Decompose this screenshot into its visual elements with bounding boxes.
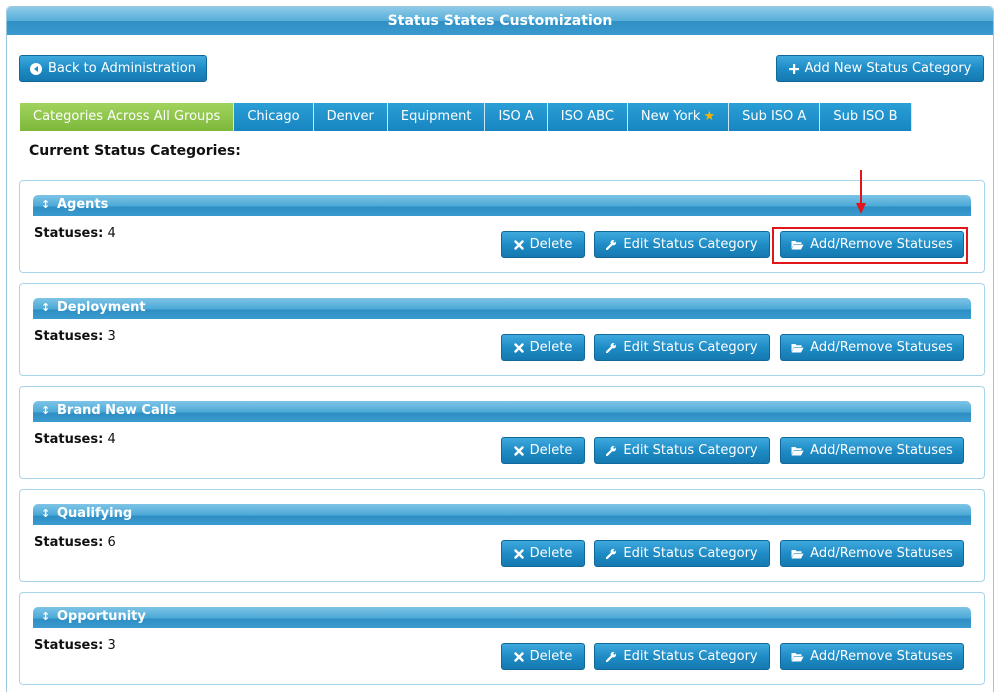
category-panel-qualifying: ↕ Qualifying Statuses: 6 Delete Edit Stat… bbox=[19, 489, 985, 582]
add-remove-statuses-label: Add/Remove Statuses bbox=[810, 443, 953, 458]
edit-status-category-button[interactable]: Edit Status Category bbox=[594, 643, 770, 670]
vertical-resize-icon[interactable]: ↕ bbox=[41, 401, 51, 421]
category-panel-opportunity: ↕ Opportunity Statuses: 3 Delete Edit Sta… bbox=[19, 592, 985, 685]
x-icon bbox=[513, 239, 524, 250]
edit-status-category-label: Edit Status Category bbox=[623, 546, 758, 561]
category-panel-deployment: ↕ Deployment Statuses: 3 Delete Edit Stat… bbox=[19, 283, 985, 376]
category-header[interactable]: ↕ Deployment bbox=[33, 298, 971, 319]
category-header[interactable]: ↕ Opportunity bbox=[33, 607, 971, 628]
wrench-icon bbox=[606, 651, 617, 662]
edit-status-category-label: Edit Status Category bbox=[623, 340, 758, 355]
folder-open-icon bbox=[791, 549, 804, 559]
edit-status-category-button[interactable]: Edit Status Category bbox=[594, 334, 770, 361]
tab-sub-iso-b[interactable]: Sub ISO B bbox=[820, 103, 912, 131]
category-name: Brand New Calls bbox=[57, 403, 177, 418]
add-remove-statuses-button[interactable]: Add/Remove Statuses bbox=[780, 231, 964, 258]
arrow-left-circle-icon bbox=[29, 62, 42, 75]
wrench-icon bbox=[606, 445, 617, 456]
category-name: Opportunity bbox=[57, 609, 146, 624]
category-header[interactable]: ↕ Qualifying bbox=[33, 504, 971, 525]
folder-open-icon bbox=[791, 240, 804, 250]
folder-open-icon bbox=[791, 652, 804, 662]
delete-button[interactable]: Delete bbox=[501, 334, 585, 361]
tab-chicago[interactable]: Chicago bbox=[234, 103, 314, 131]
category-name: Qualifying bbox=[57, 506, 133, 521]
vertical-resize-icon[interactable]: ↕ bbox=[41, 195, 51, 215]
edit-status-category-label: Edit Status Category bbox=[623, 237, 758, 252]
category-header[interactable]: ↕ Brand New Calls bbox=[33, 401, 971, 422]
tab-iso-abc[interactable]: ISO ABC bbox=[547, 103, 628, 131]
delete-button[interactable]: Delete bbox=[501, 540, 585, 567]
vertical-resize-icon[interactable]: ↕ bbox=[41, 607, 51, 627]
add-new-status-category-button[interactable]: Add New Status Category bbox=[776, 55, 984, 82]
delete-label: Delete bbox=[529, 340, 573, 355]
edit-status-category-button[interactable]: Edit Status Category bbox=[594, 231, 770, 258]
annotation-arrow-icon bbox=[856, 170, 866, 214]
vertical-resize-icon[interactable]: ↕ bbox=[41, 504, 51, 524]
star-icon: ★ bbox=[703, 109, 716, 124]
wrench-icon bbox=[606, 548, 617, 559]
add-remove-statuses-label: Add/Remove Statuses bbox=[810, 237, 953, 252]
category-header[interactable]: ↕ Agents bbox=[33, 195, 971, 216]
window-title: Status States Customization bbox=[7, 7, 993, 35]
tab-equipment[interactable]: Equipment bbox=[387, 103, 486, 131]
statuses-count: Statuses: 3 bbox=[34, 638, 116, 653]
back-to-administration-button[interactable]: Back to Administration bbox=[19, 55, 207, 82]
edit-status-category-label: Edit Status Category bbox=[623, 649, 758, 664]
add-remove-statuses-label: Add/Remove Statuses bbox=[810, 340, 953, 355]
delete-label: Delete bbox=[529, 237, 573, 252]
folder-open-icon bbox=[791, 446, 804, 456]
tab-iso-a[interactable]: ISO A bbox=[485, 103, 548, 131]
x-icon bbox=[513, 445, 524, 456]
delete-button[interactable]: Delete bbox=[501, 643, 585, 670]
statuses-count: Statuses: 4 bbox=[34, 226, 116, 241]
add-remove-statuses-button[interactable]: Add/Remove Statuses bbox=[780, 334, 964, 361]
folder-open-icon bbox=[791, 343, 804, 353]
group-tabs: Categories Across All Groups Chicago Den… bbox=[20, 103, 912, 131]
add-remove-statuses-label: Add/Remove Statuses bbox=[810, 546, 953, 561]
add-remove-statuses-label: Add/Remove Statuses bbox=[810, 649, 953, 664]
x-icon bbox=[513, 342, 524, 353]
plus-icon bbox=[788, 63, 799, 74]
delete-label: Delete bbox=[529, 443, 573, 458]
tab-categories-across-all-groups[interactable]: Categories Across All Groups bbox=[20, 103, 235, 131]
status-states-window: Status States Customization Back to Admi… bbox=[6, 6, 994, 692]
category-panel-brand-new-calls: ↕ Brand New Calls Statuses: 4 Delete Edit… bbox=[19, 386, 985, 479]
delete-label: Delete bbox=[529, 546, 573, 561]
category-name: Deployment bbox=[57, 300, 146, 315]
statuses-count: Statuses: 3 bbox=[34, 329, 116, 344]
delete-button[interactable]: Delete bbox=[501, 231, 585, 258]
wrench-icon bbox=[606, 342, 617, 353]
x-icon bbox=[513, 548, 524, 559]
add-remove-statuses-button[interactable]: Add/Remove Statuses bbox=[780, 540, 964, 567]
statuses-count: Statuses: 6 bbox=[34, 535, 116, 550]
add-remove-statuses-button[interactable]: Add/Remove Statuses bbox=[780, 437, 964, 464]
edit-status-category-button[interactable]: Edit Status Category bbox=[594, 437, 770, 464]
wrench-icon bbox=[606, 239, 617, 250]
tab-new-york-label: New York bbox=[640, 109, 701, 124]
delete-label: Delete bbox=[529, 649, 573, 664]
delete-button[interactable]: Delete bbox=[501, 437, 585, 464]
add-new-status-category-label: Add New Status Category bbox=[804, 61, 972, 76]
tab-denver[interactable]: Denver bbox=[313, 103, 388, 131]
vertical-resize-icon[interactable]: ↕ bbox=[41, 298, 51, 318]
current-status-categories-heading: Current Status Categories: bbox=[29, 143, 241, 159]
edit-status-category-label: Edit Status Category bbox=[623, 443, 758, 458]
x-icon bbox=[513, 651, 524, 662]
add-remove-statuses-button[interactable]: Add/Remove Statuses bbox=[780, 643, 964, 670]
category-panel-agents: ↕ Agents Statuses: 4 Delete Edit Status C… bbox=[19, 180, 985, 273]
edit-status-category-button[interactable]: Edit Status Category bbox=[594, 540, 770, 567]
category-name: Agents bbox=[57, 197, 109, 212]
tab-new-york[interactable]: New York ★ bbox=[627, 103, 730, 131]
statuses-count: Statuses: 4 bbox=[34, 432, 116, 447]
tab-sub-iso-a[interactable]: Sub ISO A bbox=[729, 103, 821, 131]
back-to-administration-label: Back to Administration bbox=[47, 61, 196, 76]
